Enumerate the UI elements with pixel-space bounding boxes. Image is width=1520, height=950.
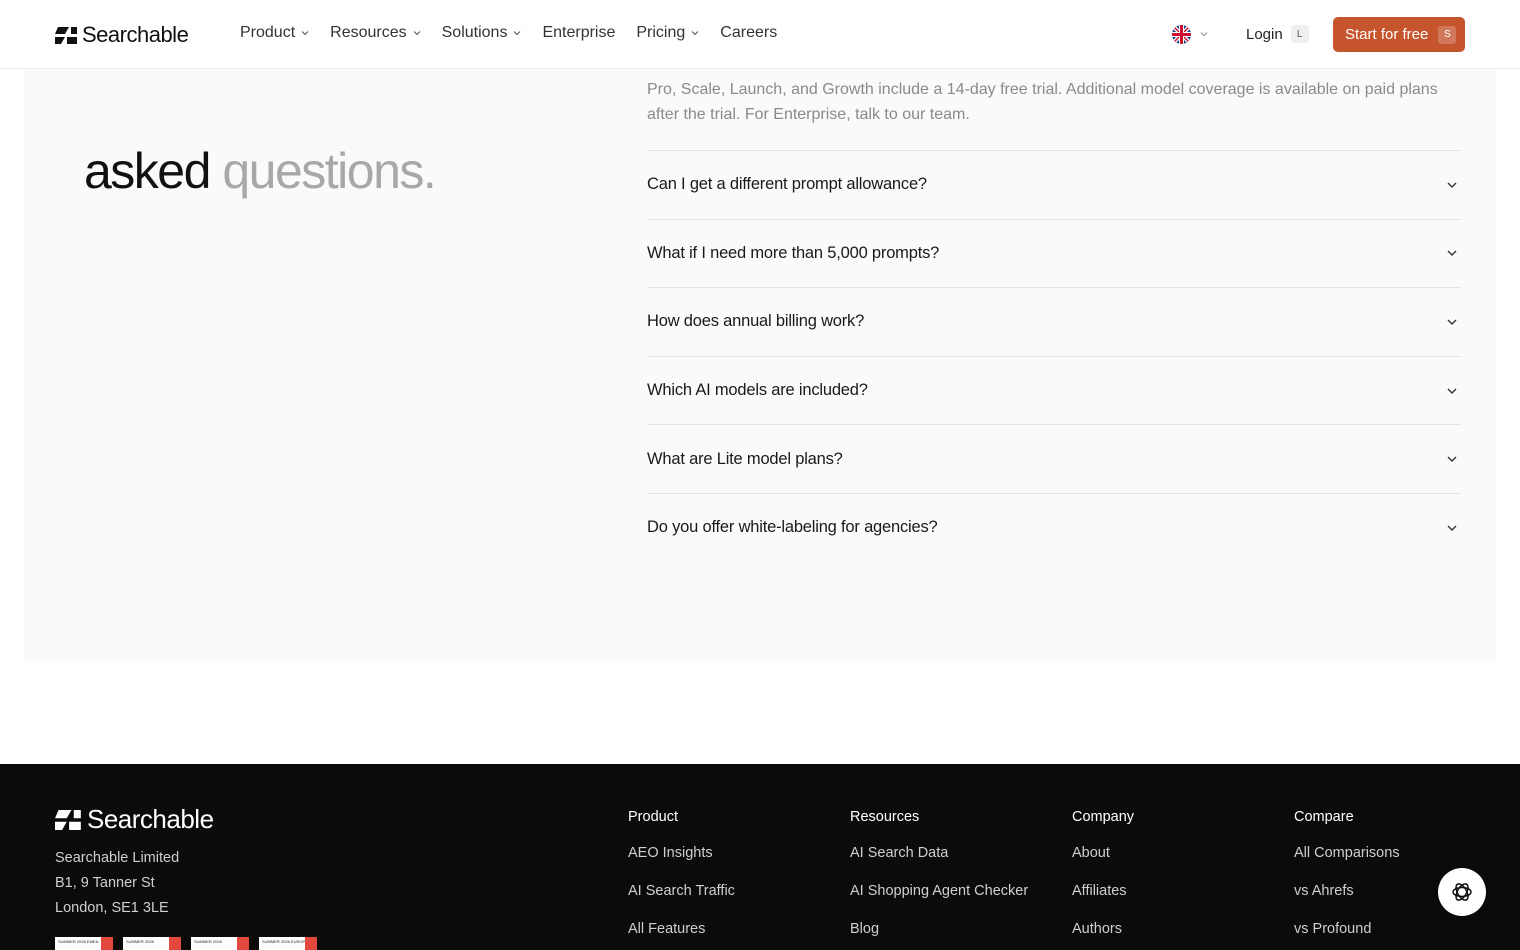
nav-enterprise[interactable]: Enterprise xyxy=(542,24,615,42)
g2-icon xyxy=(101,937,113,950)
chevron-down-icon xyxy=(413,31,421,36)
faq-heading-dark: asked xyxy=(84,143,211,199)
footer-link[interactable]: Authors xyxy=(1072,919,1134,939)
footer-col-resources: Resources AI Search Data AI Shopping Age… xyxy=(850,809,1028,950)
footer-link[interactable]: AI Search Traffic xyxy=(628,881,735,901)
chevron-down-icon xyxy=(1447,250,1457,257)
faq-item[interactable]: Can I get a different prompt allowance? xyxy=(647,150,1461,219)
site-footer: Searchable Searchable Limited B1, 9 Tann… xyxy=(0,764,1520,950)
footer-link[interactable]: All Comparisons xyxy=(1294,843,1400,863)
nav-enterprise-label: Enterprise xyxy=(542,24,616,41)
faq-item[interactable]: What if I need more than 5,000 prompts? xyxy=(647,218,1461,288)
footer-link[interactable]: Blog xyxy=(850,919,1028,939)
footer-col-title: Company xyxy=(1072,809,1135,825)
faq-item[interactable]: Which AI models are included? xyxy=(647,355,1461,425)
badge-label: SUMMER 2026 EUROPE xyxy=(262,939,308,944)
faq-question: Can I get a different prompt allowance? xyxy=(647,175,927,194)
footer-brand-name: Searchable xyxy=(87,804,214,834)
searchable-logo-icon xyxy=(55,809,81,830)
brand-logo[interactable]: Searchable xyxy=(55,22,189,48)
footer-col-title: Product xyxy=(628,809,678,825)
nav-resources-label: Resources xyxy=(330,24,407,41)
g2-icon xyxy=(169,937,181,950)
nav-links: Product Resources Solutions Enterprise P… xyxy=(240,24,777,42)
language-chevron-down-icon[interactable] xyxy=(1200,30,1208,38)
nav-careers[interactable]: Careers xyxy=(720,24,777,42)
footer-link[interactable]: AI Shopping Agent Checker xyxy=(850,881,1028,901)
g2-badge: SUMMER 2026 xyxy=(191,937,249,950)
footer-col-title: Compare xyxy=(1294,809,1354,825)
chat-assistant-button[interactable] xyxy=(1438,868,1486,916)
footer-link[interactable]: vs Ahrefs xyxy=(1294,881,1400,901)
faq-item[interactable]: How does annual billing work? xyxy=(647,287,1461,356)
nav-solutions-label: Solutions xyxy=(441,24,508,41)
faq-question: Do you offer white-labeling for agencies… xyxy=(647,518,938,537)
footer-col-product: Product AEO Insights AI Search Traffic A… xyxy=(628,809,735,950)
faq-item[interactable]: What are Lite model plans? xyxy=(647,424,1461,493)
chevron-down-icon xyxy=(691,31,699,36)
faq-heading-muted: questions. xyxy=(222,143,436,199)
faq-question: What if I need more than 5,000 prompts? xyxy=(647,243,940,262)
chevron-down-icon xyxy=(1447,525,1457,531)
g2-badge: SUMMER 2026 EUROPE xyxy=(259,937,317,950)
address-line: B1, 9 Tanner St xyxy=(55,875,155,891)
faq-item[interactable]: Do you offer white-labeling for agencies… xyxy=(647,492,1461,562)
nav-solutions[interactable]: Solutions xyxy=(442,24,522,42)
g2-badge: SUMMER 2026 EMEA xyxy=(55,937,113,950)
footer-col-compare: Compare All Comparisons vs Ahrefs vs Pro… xyxy=(1294,809,1400,950)
start-for-free-button[interactable]: Start for free S xyxy=(1333,17,1465,52)
footer-link[interactable]: AEO Insights xyxy=(628,843,735,863)
openai-chat-icon xyxy=(1452,883,1472,901)
badge-label: SUMMER 2026 xyxy=(126,939,154,944)
faq-section: asked questions. Pro, Scale, Launch, and… xyxy=(24,69,1496,661)
nav-pricing[interactable]: Pricing xyxy=(636,24,699,42)
searchable-logo-icon xyxy=(55,26,77,44)
g2-icon xyxy=(237,937,249,950)
footer-link[interactable]: AI Search Data xyxy=(850,843,1028,863)
footer-link[interactable]: About xyxy=(1072,843,1134,863)
footer-link[interactable]: vs Profound xyxy=(1294,919,1400,939)
footer-col-title: Resources xyxy=(850,809,920,825)
faq-open-answer: Pro, Scale, Launch, and Growth include a… xyxy=(647,81,1438,123)
chevron-down-icon xyxy=(514,31,521,36)
nav-careers-label: Careers xyxy=(720,24,778,41)
footer-link[interactable]: All Features xyxy=(628,919,735,939)
chevron-down-icon xyxy=(1447,319,1457,325)
chevron-down-icon xyxy=(1447,388,1457,394)
cta-label: Start for free xyxy=(1345,26,1429,43)
login-shortcut-key: L xyxy=(1290,25,1309,43)
top-navigation: Searchable Product Resources Solutions E… xyxy=(0,0,1520,69)
login-link[interactable]: Login L xyxy=(1246,25,1309,43)
nav-pricing-label: Pricing xyxy=(636,24,686,41)
nav-product[interactable]: Product xyxy=(240,24,309,42)
faq-heading: asked questions. xyxy=(84,139,437,203)
footer-link[interactable]: Affiliates xyxy=(1072,881,1134,901)
footer-col-company: Company About Affiliates Authors xyxy=(1072,809,1134,950)
nav-product-label: Product xyxy=(240,24,296,41)
chevron-down-icon xyxy=(1447,182,1457,188)
nav-resources[interactable]: Resources xyxy=(330,24,421,42)
faq-list: Can I get a different prompt allowance? … xyxy=(647,150,1461,562)
chevron-down-icon xyxy=(1447,456,1457,463)
uk-flag-icon[interactable] xyxy=(1172,25,1191,44)
faq-question: What are Lite model plans? xyxy=(647,449,843,468)
cta-shortcut-key: S xyxy=(1438,25,1457,44)
uk-flag-graphic xyxy=(1172,25,1191,44)
company-address: Searchable Limited B1, 9 Tanner St Londo… xyxy=(55,846,179,921)
login-label: Login xyxy=(1246,25,1283,43)
footer-brand-logo[interactable]: Searchable xyxy=(55,804,214,835)
badge-label: SUMMER 2026 EMEA xyxy=(58,939,99,944)
faq-question: How does annual billing work? xyxy=(647,312,865,331)
g2-badge: SUMMER 2026 xyxy=(123,937,181,950)
address-line: Searchable Limited xyxy=(55,850,180,866)
address-line: London, SE1 3LE xyxy=(55,900,169,916)
faq-question: Which AI models are included? xyxy=(647,381,868,400)
brand-name: Searchable xyxy=(82,22,189,47)
badge-label: SUMMER 2026 xyxy=(194,939,222,944)
g2-icon xyxy=(305,937,317,950)
chevron-down-icon xyxy=(301,31,309,36)
g2-badges: SUMMER 2026 EMEA SUMMER 2026 SUMMER 2026… xyxy=(55,937,317,950)
